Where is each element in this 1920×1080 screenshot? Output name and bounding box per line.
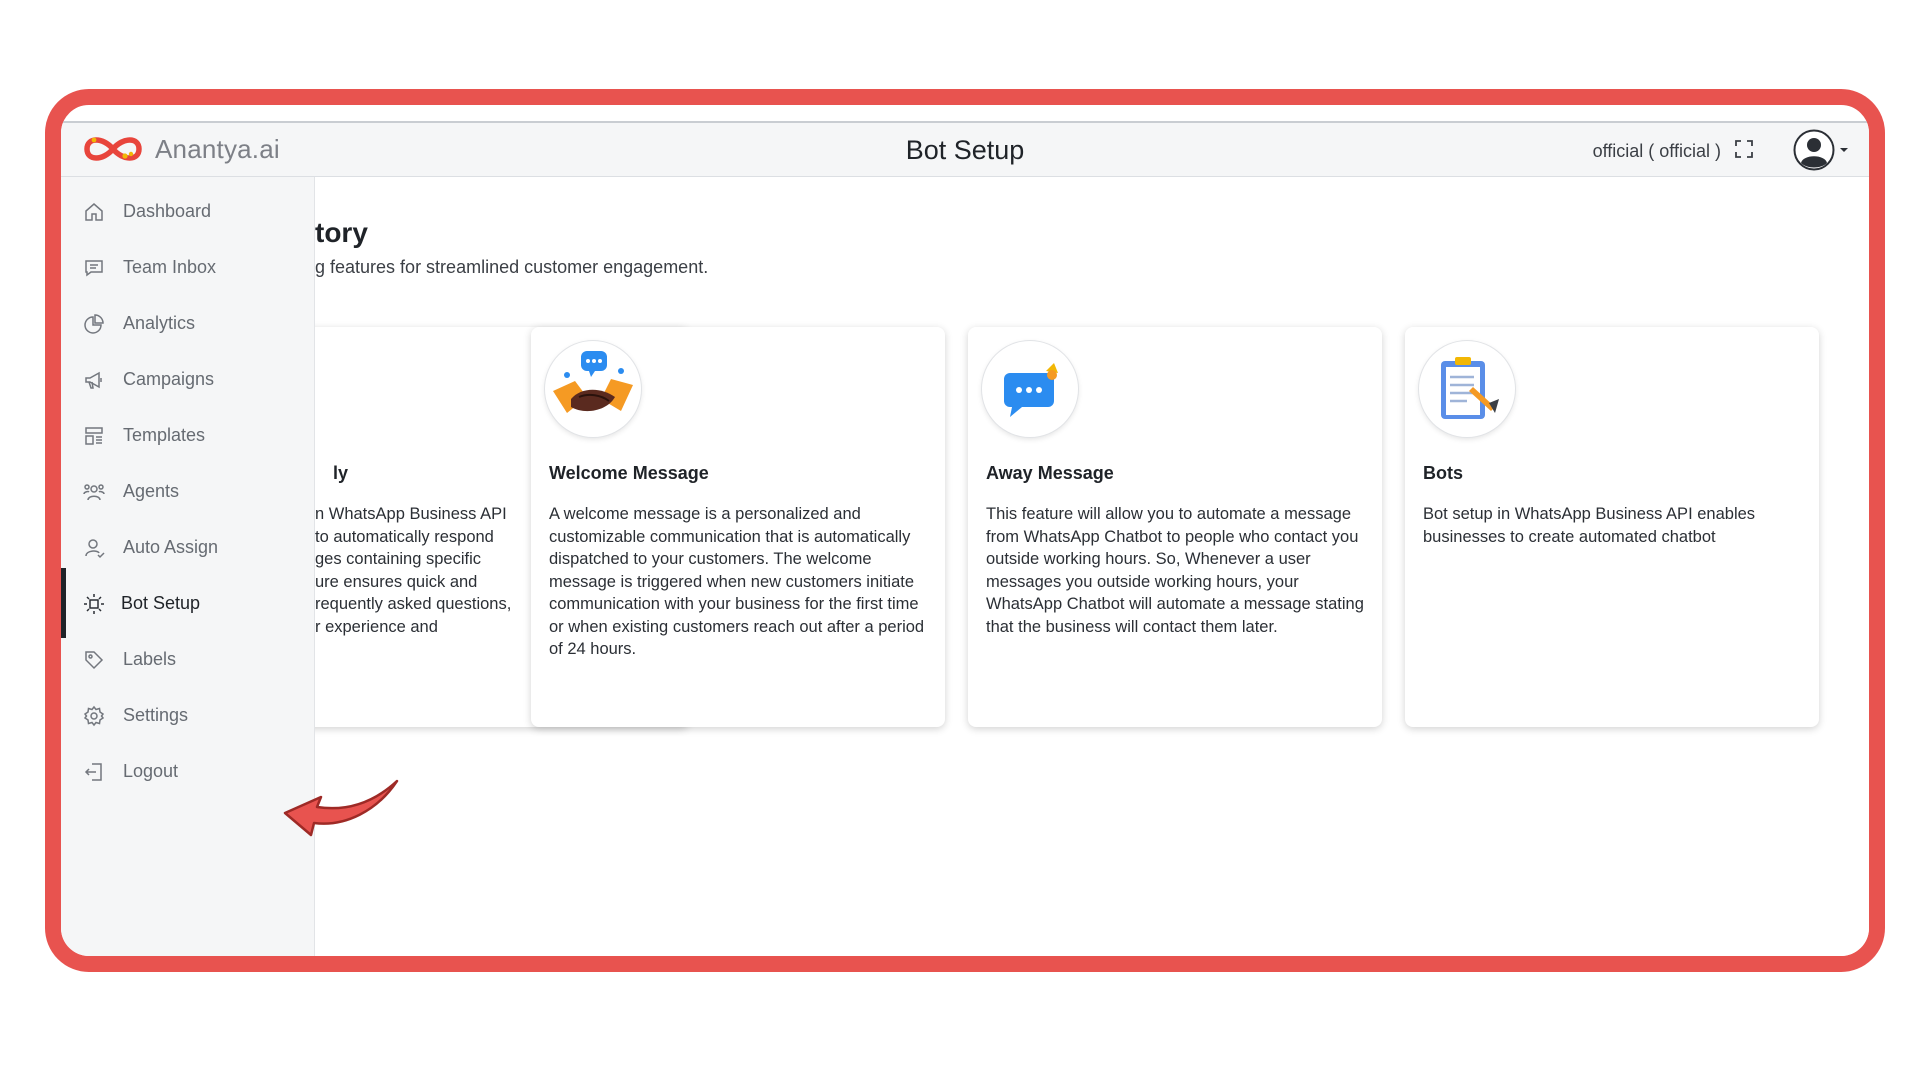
sidebar-item-templates[interactable]: Templates [61, 413, 315, 457]
card-title: Welcome Message [549, 463, 709, 483]
logout-icon [84, 763, 102, 781]
agents-icon [83, 484, 105, 501]
sidebar-item-label: Agents [123, 481, 180, 501]
top-header: Anantya.ai Bot Setup official ( official… [61, 121, 1869, 177]
highlight-frame: Anantya.ai Bot Setup official ( official… [45, 89, 1885, 972]
app-window: Anantya.ai Bot Setup official ( official… [61, 105, 1869, 956]
clipboard-checklist-icon [1419, 341, 1515, 437]
sidebar-item-label: Templates [123, 425, 206, 445]
sidebar-item-label: Logout [123, 761, 179, 781]
sidebar-item-bot-setup[interactable]: Bot Setup [61, 568, 315, 638]
account-label: official ( official ) [1592, 141, 1721, 161]
main-content: tory g features for streamlined customer… [275, 177, 1869, 956]
home-icon [85, 203, 103, 221]
sidebar-item-label: Dashboard [123, 201, 212, 221]
pointer-arrow-icon [283, 779, 399, 837]
sidebar-item-label: Campaigns [123, 369, 215, 389]
megaphone-icon [85, 371, 102, 389]
sidebar-item-labels[interactable]: Labels [61, 637, 315, 681]
away-message-card[interactable]: Away Message This feature will allow you… [968, 327, 1382, 727]
card-description: A welcome message is a personalized and … [549, 505, 925, 658]
pie-chart-icon [84, 314, 104, 334]
fullscreen-icon[interactable] [1735, 140, 1753, 163]
sidebar-item-label: Analytics [123, 313, 196, 333]
card-title: Away Message [986, 463, 1114, 483]
bots-card[interactable]: Bots Bot setup in WhatsApp Business API … [1405, 327, 1819, 727]
sidebar-item-settings[interactable]: Settings [61, 693, 315, 737]
card-title: Bots [1423, 463, 1463, 483]
chat-icon [85, 260, 103, 277]
section-subheading: g features for streamlined customer enga… [315, 257, 709, 277]
account-info[interactable]: official ( official ) [1593, 140, 1753, 163]
sidebar-item-label: Labels [123, 649, 177, 669]
welcome-handshake-icon [545, 341, 641, 437]
sidebar-item-agents[interactable]: Agents [61, 469, 315, 513]
sidebar-item-label: Bot Setup [121, 593, 201, 613]
card-description: Bot setup in WhatsApp Business API enabl… [1423, 505, 1756, 546]
section-heading: tory [315, 217, 368, 248]
gear-icon [83, 705, 105, 727]
card-description: This feature will allow you to automate … [986, 505, 1364, 636]
away-chat-bubble-icon [982, 341, 1078, 437]
bot-icon [84, 594, 104, 614]
sidebar-item-dashboard[interactable]: Dashboard [61, 189, 315, 233]
sidebar-item-team-inbox[interactable]: Team Inbox [61, 245, 315, 289]
template-icon [85, 427, 103, 445]
sidebar: Dashboard Team Inbox Analytics Campaigns… [61, 177, 315, 956]
welcome-message-card[interactable]: Welcome Message A welcome message is a p… [531, 327, 945, 727]
sidebar-item-logout[interactable]: Logout [61, 749, 315, 793]
sidebar-item-label: Settings [123, 705, 189, 725]
active-indicator [61, 568, 66, 638]
sidebar-item-label: Auto Assign [123, 537, 219, 557]
sidebar-item-analytics[interactable]: Analytics [61, 301, 315, 345]
card-title: ly [333, 463, 349, 483]
user-icon [85, 539, 105, 559]
sidebar-item-campaigns[interactable]: Campaigns [61, 357, 315, 401]
tag-icon [85, 651, 104, 670]
sidebar-item-label: Team Inbox [123, 257, 217, 277]
chevron-down-icon [1840, 148, 1848, 152]
user-avatar-menu[interactable] [1793, 129, 1849, 171]
sidebar-item-auto-assign[interactable]: Auto Assign [61, 525, 315, 569]
avatar-icon [1793, 129, 1835, 171]
